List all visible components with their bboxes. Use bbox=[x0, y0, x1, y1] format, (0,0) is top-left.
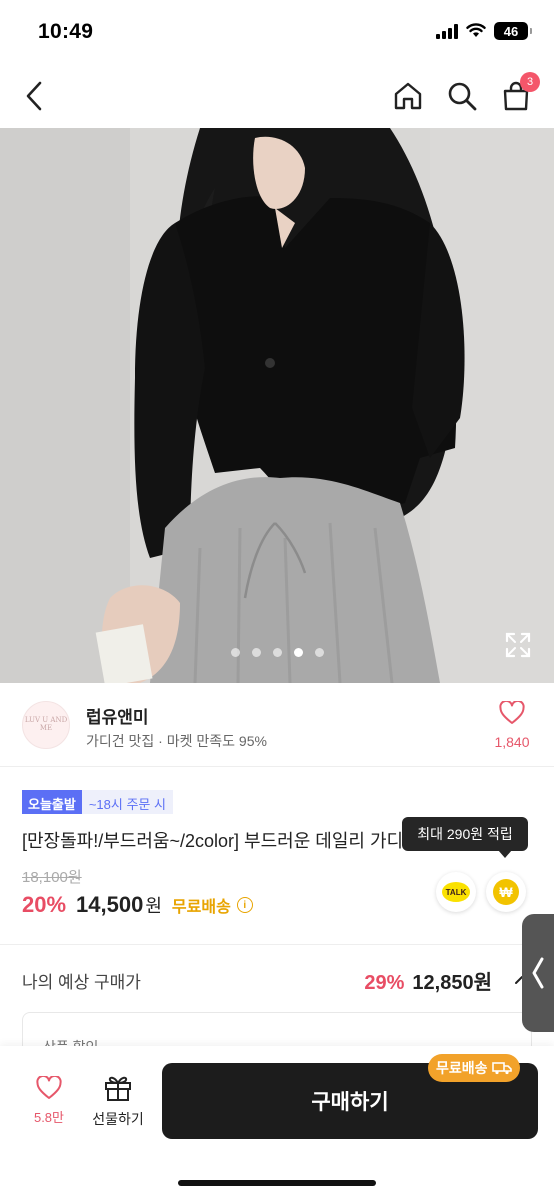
carousel-dot[interactable] bbox=[314, 648, 324, 657]
cart-button[interactable]: 3 bbox=[498, 72, 540, 114]
home-indicator bbox=[178, 1180, 376, 1186]
store-meta: 가디건 맛집 · 마켓 만족도 95% bbox=[86, 733, 267, 749]
store-like-button[interactable]: 1,840 bbox=[490, 699, 534, 750]
delivery-badges: 오늘출발 ~18시 주문 시 bbox=[22, 790, 173, 814]
status-time: 10:49 bbox=[38, 20, 94, 43]
expected-price-value: 29% 12,850원 bbox=[364, 966, 492, 995]
won-coin-icon: ₩ bbox=[493, 879, 519, 905]
expand-icon bbox=[505, 632, 531, 658]
gift-label: 선물하기 bbox=[92, 1111, 144, 1127]
store-logo[interactable]: LUV U AND ME bbox=[22, 701, 70, 749]
cart-count-badge: 3 bbox=[520, 72, 540, 92]
product-photo bbox=[0, 128, 554, 683]
free-shipping-chip: 무료배송 bbox=[428, 1054, 520, 1082]
chevron-left-icon bbox=[26, 81, 42, 111]
bottom-action-bar: 5.8만 선물하기 구매하기 무료배송 bbox=[0, 1046, 554, 1200]
gift-icon bbox=[105, 1076, 131, 1101]
carousel-dot[interactable] bbox=[272, 648, 282, 657]
store-logo-text: LUV U AND ME bbox=[24, 716, 68, 732]
status-bar: 10:49 46 bbox=[0, 0, 554, 66]
expected-price-label: 나의 예상 구매가 bbox=[22, 973, 141, 992]
price-row: 20% 14,500 원 무료배송 i bbox=[22, 892, 253, 918]
wifi-icon bbox=[466, 23, 486, 37]
gift-button[interactable]: 선물하기 bbox=[88, 1074, 148, 1129]
product-like-button[interactable]: 5.8만 bbox=[26, 1074, 72, 1126]
chevron-left-icon bbox=[532, 957, 544, 989]
expected-price-row[interactable]: 나의 예상 구매가 29% 12,850원 bbox=[0, 946, 554, 1012]
expected-price: 12,850원 bbox=[412, 972, 492, 994]
original-price: 18,100원 bbox=[22, 869, 82, 886]
info-icon[interactable]: i bbox=[236, 897, 253, 913]
kakao-talk-button[interactable]: TALK bbox=[436, 872, 476, 912]
carousel-dots bbox=[0, 648, 554, 657]
battery-icon: 46 bbox=[494, 22, 532, 40]
carousel-dot[interactable] bbox=[230, 648, 240, 657]
heart-icon bbox=[499, 699, 525, 724]
section-divider bbox=[0, 944, 554, 945]
expected-rate: 29% bbox=[364, 972, 405, 994]
free-shipping-chip-label: 무료배송 bbox=[436, 1060, 488, 1076]
point-tooltip: 최대 290원 적립 bbox=[402, 817, 528, 858]
store-name[interactable]: 럽유앤미 bbox=[86, 703, 149, 728]
discount-rate: 20% bbox=[22, 892, 67, 917]
currency-unit: 원 bbox=[145, 896, 162, 916]
heart-icon bbox=[36, 1074, 62, 1099]
home-button[interactable] bbox=[390, 78, 426, 114]
search-icon bbox=[448, 82, 477, 111]
nav-bar: 3 bbox=[0, 66, 554, 128]
talk-icon: TALK bbox=[442, 882, 470, 902]
point-button[interactable]: ₩ bbox=[486, 872, 526, 912]
sale-price: 14,500 bbox=[76, 892, 144, 917]
carousel-dot-active[interactable] bbox=[293, 648, 303, 657]
store-row[interactable]: LUV U AND ME 럽유앤미 가디건 맛집 · 마켓 만족도 95% 1,… bbox=[0, 683, 554, 767]
free-shipping-label: 무료배송 bbox=[171, 899, 231, 916]
order-deadline-badge: ~18시 주문 시 bbox=[81, 790, 173, 814]
expand-image-button[interactable] bbox=[504, 631, 532, 659]
home-icon bbox=[394, 82, 422, 110]
today-shipping-badge: 오늘출발 bbox=[22, 790, 82, 814]
signal-icon bbox=[436, 23, 458, 39]
product-image-carousel[interactable] bbox=[0, 128, 554, 683]
side-panel-handle[interactable] bbox=[522, 914, 554, 1032]
search-button[interactable] bbox=[444, 78, 480, 114]
store-like-count: 1,840 bbox=[494, 734, 530, 750]
back-button[interactable] bbox=[18, 78, 50, 114]
product-like-count: 5.8만 bbox=[33, 1110, 65, 1125]
carousel-dot[interactable] bbox=[251, 648, 261, 657]
status-icons: 46 bbox=[436, 22, 532, 40]
truck-icon bbox=[491, 1062, 512, 1075]
